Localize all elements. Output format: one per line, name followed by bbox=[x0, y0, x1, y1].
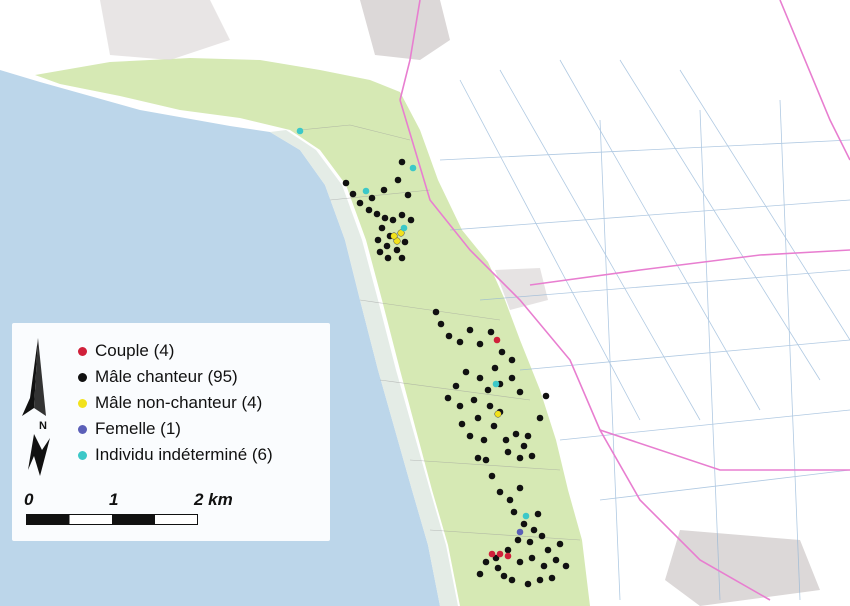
map[interactable]: Couple (4) Mâle chanteur (95) Mâle non-c… bbox=[0, 0, 850, 606]
north-label: N bbox=[39, 420, 47, 432]
scale-label-2km: 2 km bbox=[194, 490, 233, 509]
legend-label-femelle: Femelle (1) bbox=[95, 419, 181, 438]
legend-item-male-chanteur: Mâle chanteur (95) bbox=[78, 366, 238, 388]
legend-label-male-non-chanteur: Mâle non-chanteur (4) bbox=[95, 393, 263, 412]
legend-item-femelle: Femelle (1) bbox=[78, 418, 181, 440]
scale-label-0: 0 bbox=[24, 490, 34, 509]
legend-panel: Couple (4) Mâle chanteur (95) Mâle non-c… bbox=[12, 323, 330, 541]
legend-label-couple: Couple (4) bbox=[95, 341, 175, 360]
legend-dot-femelle bbox=[78, 424, 87, 434]
scale-bar bbox=[26, 514, 198, 525]
legend-label-male-chanteur: Mâle chanteur (95) bbox=[95, 367, 238, 386]
legend-item-individu-indetermine: Individu indéterminé (6) bbox=[78, 444, 273, 466]
legend-label-individu-indetermine: Individu indéterminé (6) bbox=[95, 445, 273, 464]
legend-item-male-non-chanteur: Mâle non-chanteur (4) bbox=[78, 392, 262, 414]
legend-dot-male-non-chanteur bbox=[78, 398, 87, 408]
legend-dot-couple bbox=[78, 346, 87, 356]
scale-label-1: 1 bbox=[109, 490, 119, 509]
points-femelle bbox=[516, 528, 524, 536]
legend-dot-male-chanteur bbox=[78, 372, 87, 382]
legend-item-couple: Couple (4) bbox=[78, 340, 174, 362]
north-arrow-icon bbox=[22, 338, 50, 476]
legend-dot-individu-indetermine bbox=[78, 450, 87, 460]
